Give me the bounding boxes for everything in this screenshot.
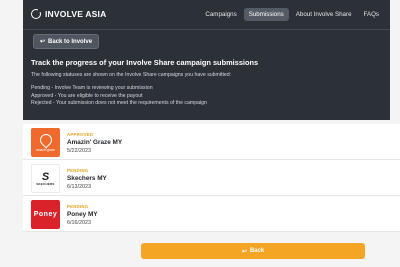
brand-name: Poney MY (67, 211, 98, 218)
header-panel: INVOLVE ASIA Campaigns Submissions About… (23, 0, 390, 120)
status-description: The following statuses are shown on the … (31, 72, 231, 108)
status-badge: PENDING (67, 204, 89, 209)
status-badge: APPROVED (67, 132, 94, 137)
status-rejected-desc: Rejected - Your submission does not meet… (31, 100, 207, 107)
brand-thumbnail: S SKECHERS (31, 164, 60, 193)
submission-row[interactable]: S SKECHERS PENDING Skechers MY 6/13/2023 (23, 160, 400, 196)
page-title: Track the progress of your Involve Share… (31, 58, 259, 67)
page: INVOLVE ASIA Campaigns Submissions About… (0, 0, 400, 267)
brand-name: Amazin' Graze MY (67, 139, 123, 146)
brand-logo[interactable]: INVOLVE ASIA (31, 8, 107, 19)
back-to-involve-label: Back to Involve (48, 38, 93, 45)
submission-info: APPROVED Amazin' Graze MY 5/22/2023 (67, 132, 122, 154)
back-arrow-icon: ↩ (241, 248, 247, 255)
status-badge: PENDING (67, 168, 89, 173)
submission-row[interactable]: amazin'graze APPROVED Amazin' Graze MY 5… (23, 124, 400, 160)
logo-caption: Poney (33, 211, 58, 218)
submission-info: PENDING Skechers MY 6/13/2023 (67, 168, 107, 190)
status-intro: The following statuses are shown on the … (31, 72, 232, 78)
logo-caption: SKECHERS (36, 181, 55, 186)
skechers-s-icon: S (41, 170, 50, 183)
brand-name: Skechers MY (67, 175, 107, 182)
nav-faqs[interactable]: FAQs (359, 8, 384, 21)
nav-submissions[interactable]: Submissions (243, 8, 289, 21)
top-nav: INVOLVE ASIA Campaigns Submissions About… (23, 0, 390, 30)
back-label: Back (249, 248, 265, 254)
status-approved-desc: Approved - You are eligible to receive t… (31, 92, 143, 99)
involve-logo-icon (31, 8, 42, 19)
status-pending-desc: Pending - Involve Team is reviewing your… (31, 85, 153, 92)
submission-info: PENDING Poney MY 6/16/2023 (67, 204, 98, 226)
brand-thumbnail: Poney (31, 200, 60, 229)
nav-campaigns[interactable]: Campaigns (200, 8, 241, 21)
submission-date: 6/13/2023 (67, 184, 91, 190)
brand-name: INVOLVE ASIA (45, 9, 107, 19)
brand-thumbnail: amazin'graze (31, 128, 60, 157)
submission-date: 5/22/2023 (67, 148, 91, 154)
leaf-icon (37, 131, 54, 148)
back-button[interactable]: ↩ Back (141, 243, 365, 259)
nav-links: Campaigns Submissions About Involve Shar… (200, 8, 384, 21)
back-to-involve-button[interactable]: ↩ Back to Involve (33, 34, 100, 49)
submission-date: 6/16/2023 (67, 220, 91, 226)
back-arrow-icon: ↩ (40, 39, 46, 45)
nav-about[interactable]: About Involve Share (291, 8, 357, 21)
submissions-list: amazin'graze APPROVED Amazin' Graze MY 5… (23, 124, 400, 232)
submission-row[interactable]: Poney PENDING Poney MY 6/16/2023 (23, 196, 400, 232)
